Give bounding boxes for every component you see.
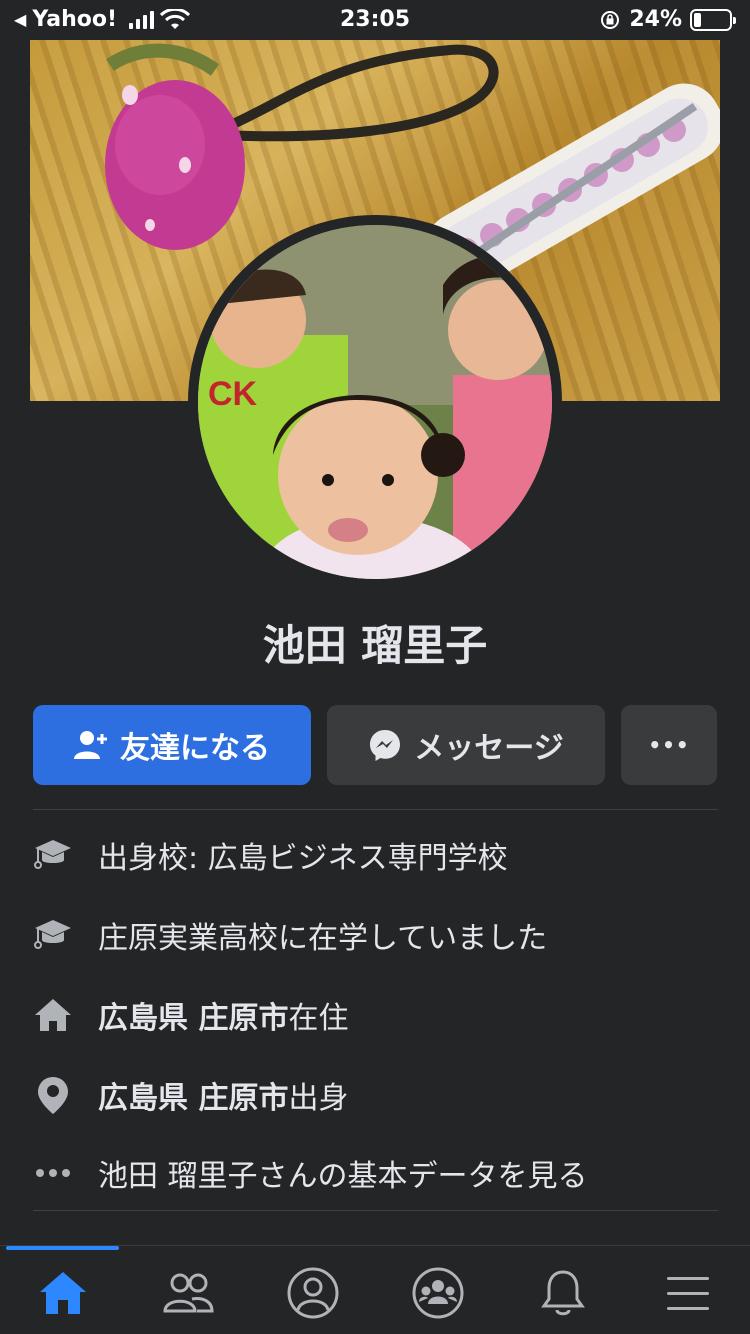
status-bar: ◀ Yahoo! 23:05 24% xyxy=(0,0,750,40)
highschool-text: 庄原実業高校に在学していました xyxy=(98,921,548,956)
location-pin-icon xyxy=(33,1075,73,1115)
bottom-tab-bar xyxy=(0,1245,750,1334)
divider-bottom xyxy=(33,1210,718,1211)
tab-profile[interactable] xyxy=(250,1258,375,1328)
home-icon xyxy=(33,995,73,1035)
current-city-suffix: 在住 xyxy=(288,1001,349,1036)
education-college-text: 出身校: 広島ビジネス専門学校 xyxy=(98,833,508,877)
more-dots-icon xyxy=(33,1153,73,1193)
message-label: メッセージ xyxy=(414,731,564,766)
profile-photo-image: CK xyxy=(198,225,552,579)
home-icon xyxy=(39,1272,86,1314)
active-tab-indicator xyxy=(6,1246,119,1250)
tab-home[interactable] xyxy=(0,1258,125,1328)
info-education-highschool[interactable]: 庄原実業高校に在学していました xyxy=(33,910,718,960)
hamburger-menu-icon xyxy=(666,1277,709,1310)
tab-groups[interactable] xyxy=(375,1258,500,1328)
tab-friends[interactable] xyxy=(125,1258,250,1328)
friends-icon xyxy=(162,1273,214,1313)
tab-menu[interactable] xyxy=(625,1258,750,1328)
education-label: 出身校: xyxy=(98,841,208,876)
profile-icon xyxy=(287,1267,338,1319)
status-right: 24% xyxy=(599,7,736,32)
add-friend-label: 友達になる xyxy=(120,731,270,766)
info-education-college[interactable]: 出身校: 広島ビジネス専門学校 xyxy=(33,830,718,880)
battery-percent: 24% xyxy=(629,7,682,32)
info-hometown[interactable]: 広島県 庄原市出身 xyxy=(33,1070,718,1120)
see-about-info-link[interactable]: 池田 瑠里子さんの基本データを見る xyxy=(33,1148,718,1198)
college-name[interactable]: 広島ビジネス専門学校 xyxy=(208,841,508,876)
info-current-city[interactable]: 広島県 庄原市在住 xyxy=(33,990,718,1040)
hometown-suffix: 出身 xyxy=(288,1081,349,1116)
more-options-button[interactable]: ••• xyxy=(621,705,717,785)
profile-name: 池田 瑠里子 xyxy=(262,621,488,670)
more-dots-icon: ••• xyxy=(648,733,690,757)
orientation-lock-icon xyxy=(601,10,620,29)
current-city-text: 広島県 庄原市在住 xyxy=(98,993,348,1037)
add-friend-button[interactable]: 友達になる xyxy=(33,705,311,785)
hometown-name[interactable]: 広島県 庄原市 xyxy=(98,1081,288,1116)
add-friend-icon xyxy=(74,731,107,759)
bell-icon xyxy=(540,1270,585,1316)
battery-icon xyxy=(690,8,736,31)
see-about-info-text: 池田 瑠里子さんの基本データを見る xyxy=(98,1159,588,1194)
svg-text:CK: CK xyxy=(208,375,258,413)
graduation-cap-icon xyxy=(33,835,73,875)
profile-picture[interactable]: CK xyxy=(188,215,562,589)
message-button[interactable]: メッセージ xyxy=(327,705,605,785)
current-city-name[interactable]: 広島県 庄原市 xyxy=(98,1001,288,1036)
groups-icon xyxy=(412,1267,463,1319)
graduation-cap-icon xyxy=(33,915,73,955)
messenger-icon xyxy=(370,730,401,761)
tab-notifications[interactable] xyxy=(500,1258,625,1328)
hometown-text: 広島県 庄原市出身 xyxy=(98,1073,348,1117)
divider-top xyxy=(33,809,718,810)
